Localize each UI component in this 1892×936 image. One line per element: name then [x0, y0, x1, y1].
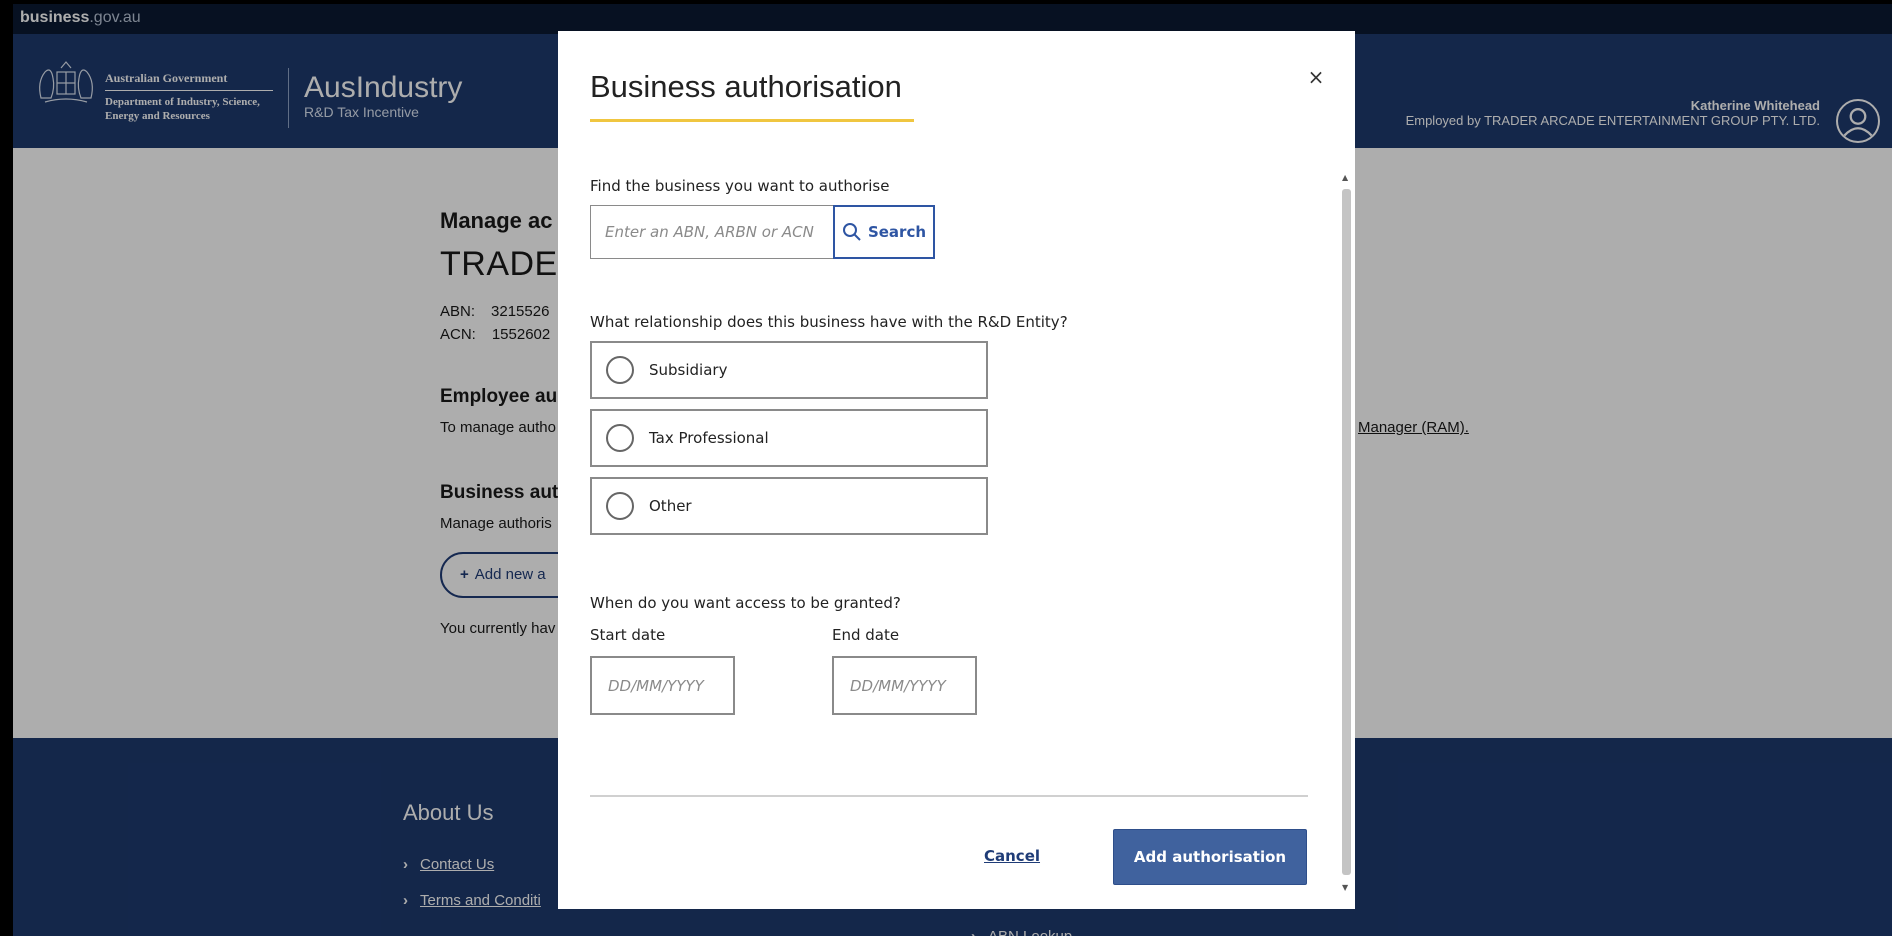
add-authorisation-button[interactable]: Add authorisation	[1113, 829, 1307, 885]
radio-circle-icon[interactable]	[606, 492, 634, 520]
relationship-label: What relationship does this business hav…	[590, 313, 1068, 331]
business-authorisation-dialog: Business authorisation × Find the busine…	[558, 31, 1355, 909]
footer-divider	[590, 795, 1308, 797]
radio-label: Subsidiary	[649, 361, 728, 379]
radio-circle-icon[interactable]	[606, 356, 634, 384]
dialog-scrollbar[interactable]: ▲ ▼	[1340, 171, 1352, 897]
title-underline	[590, 119, 914, 122]
dialog-title: Business authorisation	[590, 69, 902, 104]
close-icon[interactable]: ×	[1304, 65, 1328, 89]
radio-circle-icon[interactable]	[606, 424, 634, 452]
business-search-input[interactable]	[590, 205, 833, 259]
window-edge-left	[0, 0, 13, 936]
radio-option-subsidiary[interactable]: Subsidiary	[590, 341, 988, 399]
start-date-input[interactable]	[590, 656, 735, 715]
find-business-label: Find the business you want to authorise	[590, 177, 890, 195]
window-edge-top	[0, 0, 1892, 4]
search-button[interactable]: Search	[833, 205, 935, 259]
scrollbar-thumb[interactable]	[1342, 189, 1351, 875]
end-date-label: End date	[832, 626, 900, 644]
radio-option-tax-professional[interactable]: Tax Professional	[590, 409, 988, 467]
end-date-input[interactable]	[832, 656, 977, 715]
scroll-down-icon[interactable]: ▼	[1342, 883, 1348, 892]
radio-option-other[interactable]: Other	[590, 477, 988, 535]
access-dates-label: When do you want access to be granted?	[590, 594, 901, 612]
radio-label: Other	[649, 497, 692, 515]
start-date-label: Start date	[590, 626, 666, 644]
radio-label: Tax Professional	[649, 429, 769, 447]
cancel-button[interactable]: Cancel	[984, 847, 1040, 865]
search-icon	[842, 223, 861, 241]
scroll-up-icon[interactable]: ▲	[1342, 173, 1348, 182]
